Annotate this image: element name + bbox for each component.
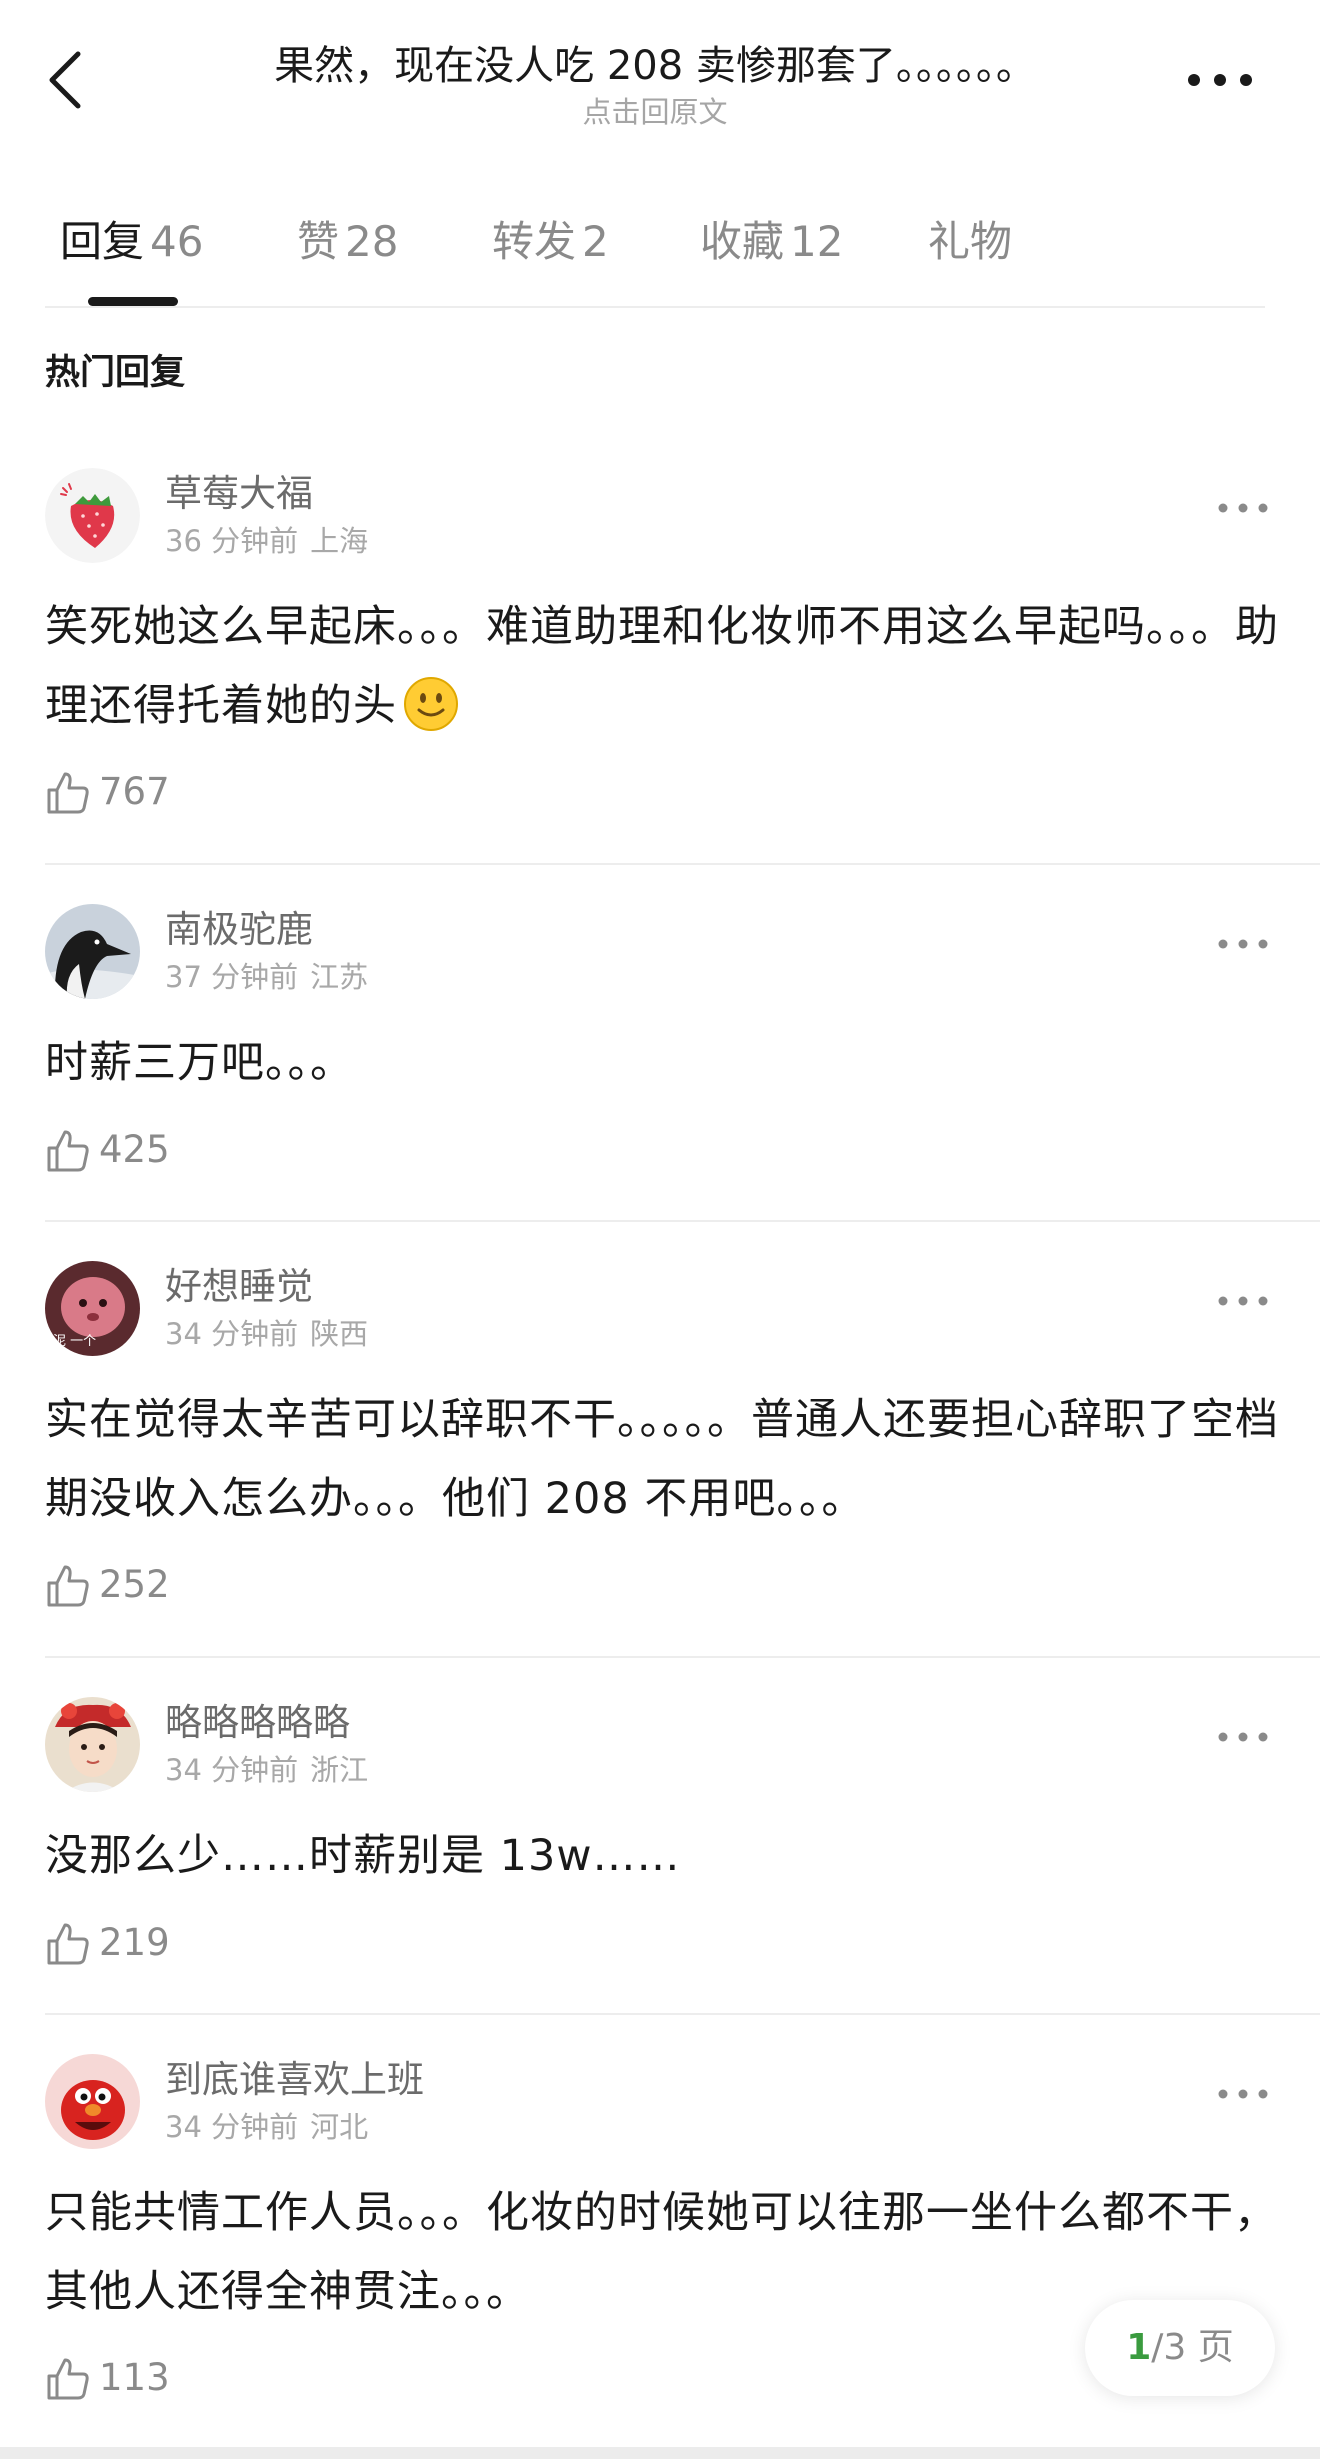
username[interactable]: 好想睡觉	[165, 1263, 313, 1311]
divider	[45, 863, 1320, 865]
tab-count: 46	[150, 217, 204, 266]
comment-meta: 34 分钟前 浙江	[165, 1751, 368, 1789]
like-count: 767	[99, 770, 170, 813]
divider	[45, 1656, 1320, 1658]
pink-blob-avatar: 泥 一个	[45, 1261, 140, 1356]
comment-time: 34 分钟前	[165, 2110, 299, 2144]
username[interactable]: 草莓大福	[165, 470, 313, 518]
red-monster-avatar	[45, 2054, 140, 2149]
comment-time: 34 分钟前	[165, 1317, 299, 1351]
tab-label: 赞	[297, 217, 340, 266]
comment-time: 34 分钟前	[165, 1753, 299, 1787]
more-horizontal-icon	[1188, 74, 1252, 86]
back-button[interactable]	[38, 40, 98, 120]
comment-body: 没那么少……时薪别是 13w……	[45, 1831, 681, 1881]
comment-body: 只能共情工作人员。。。化妆的时候她可以往那一坐什么都不干，其他人还得全神贯注。。…	[45, 2188, 1278, 2317]
comment-location: 浙江	[310, 1753, 369, 1787]
comment-more-button[interactable]	[1215, 1289, 1271, 1313]
comment-meta: 34 分钟前 河北	[165, 2108, 368, 2146]
total-pages: /3 页	[1151, 2327, 1234, 2368]
bottom-edge	[0, 2447, 1320, 2459]
active-tab-indicator	[88, 297, 178, 306]
avatar[interactable]	[45, 468, 140, 563]
more-options-button[interactable]	[1180, 60, 1260, 100]
divider	[45, 2013, 1320, 2015]
post-title: 果然，现在没人吃 208 卖惨那套了。。。。。。	[274, 43, 1036, 89]
comment-time: 36 分钟前	[165, 524, 299, 558]
more-horizontal-icon	[1218, 503, 1268, 513]
tab-likes[interactable]: 赞 28	[297, 214, 398, 270]
tab-count: 28	[345, 217, 399, 266]
current-page: 1	[1126, 2327, 1152, 2368]
thumbs-up-icon	[47, 1923, 89, 1965]
comment-text: 只能共情工作人员。。。化妆的时候她可以往那一坐什么都不干，其他人还得全神贯注。。…	[45, 2174, 1280, 2332]
back-to-original-link[interactable]: 点击回原文	[180, 94, 1130, 130]
comment-location: 江苏	[310, 960, 369, 994]
tab-label: 转发	[492, 217, 577, 266]
tab-bar: 回复 46 赞 28 转发 2 收藏 12 礼物	[0, 200, 1320, 310]
comment-text: 实在觉得太辛苦可以辞职不干。。。。。普通人还要担心辞职了空档期没收入怎么办。。。…	[45, 1381, 1280, 1539]
comment-location: 河北	[310, 2110, 369, 2144]
comment-more-button[interactable]	[1215, 932, 1271, 956]
tab-label: 礼物	[928, 217, 1013, 266]
section-title: 热门回复	[45, 353, 186, 393]
comment-text: 没那么少……时薪别是 13w……	[45, 1817, 1280, 1896]
tab-replies[interactable]: 回复 46	[60, 214, 203, 270]
comment-more-button[interactable]	[1215, 2082, 1271, 2106]
like-count: 252	[99, 1563, 170, 1606]
like-count: 219	[99, 1921, 170, 1964]
top-bar: 果然，现在没人吃 208 卖惨那套了。。。。。。 点击回原文	[0, 0, 1320, 160]
thumbs-up-icon	[47, 1130, 89, 1172]
more-horizontal-icon	[1218, 1296, 1268, 1306]
thumbs-up-icon	[47, 2358, 89, 2400]
comment-meta: 37 分钟前 江苏	[165, 958, 368, 996]
comment-location: 陕西	[310, 1317, 369, 1351]
title-block[interactable]: 果然，现在没人吃 208 卖惨那套了。。。。。。 点击回原文	[180, 40, 1130, 130]
avatar[interactable]: 泥 一个	[45, 1261, 140, 1356]
more-horizontal-icon	[1218, 939, 1268, 949]
avatar[interactable]	[45, 1697, 140, 1792]
tab-count: 2	[582, 217, 609, 266]
page-indicator-button[interactable]: 1/3 页	[1085, 2300, 1275, 2396]
avatar[interactable]	[45, 2054, 140, 2149]
more-horizontal-icon	[1218, 1732, 1268, 1742]
comment-meta: 36 分钟前 上海	[165, 522, 368, 560]
tab-favorites[interactable]: 收藏 12	[700, 214, 843, 270]
tab-count: 12	[790, 217, 844, 266]
tab-gifts[interactable]: 礼物	[928, 214, 1012, 270]
like-count: 113	[99, 2356, 170, 2399]
thumbs-up-icon	[47, 1565, 89, 1607]
thumbs-up-icon	[47, 772, 89, 814]
username[interactable]: 南极驼鹿	[165, 906, 313, 954]
comment-text: 笑死她这么早起床。。。难道助理和化妆师不用这么早起吗。。。助理还得托着她的头	[45, 588, 1280, 746]
costume-girl-avatar	[45, 1697, 140, 1792]
comment-more-button[interactable]	[1215, 1725, 1271, 1749]
comment-body: 实在觉得太辛苦可以辞职不干。。。。。普通人还要担心辞职了空档期没收入怎么办。。。…	[45, 1395, 1279, 1524]
comment-body: 笑死她这么早起床。。。难道助理和化妆师不用这么早起吗。。。助理还得托着她的头	[45, 602, 1279, 731]
goose-avatar	[45, 904, 140, 999]
comment-location: 上海	[310, 524, 369, 558]
username[interactable]: 略略略略略	[165, 1699, 350, 1747]
tab-label: 回复	[60, 217, 145, 266]
slightly-smiling-face-icon	[404, 677, 458, 731]
divider	[45, 1220, 1320, 1222]
comment-time: 37 分钟前	[165, 960, 299, 994]
username[interactable]: 到底谁喜欢上班	[165, 2056, 424, 2104]
tab-reposts[interactable]: 转发 2	[492, 214, 609, 270]
avatar[interactable]	[45, 904, 140, 999]
avatar-caption: 泥 一个	[53, 1334, 96, 1349]
comment-body: 时薪三万吧。。。	[45, 1038, 354, 1088]
chevron-left-icon	[49, 51, 81, 109]
like-count: 425	[99, 1128, 170, 1171]
more-horizontal-icon	[1218, 2089, 1268, 2099]
strawberry-avatar	[45, 468, 140, 563]
tab-label: 收藏	[700, 217, 785, 266]
comment-text: 时薪三万吧。。。	[45, 1024, 1280, 1103]
comment-meta: 34 分钟前 陕西	[165, 1315, 368, 1353]
divider	[45, 306, 1265, 308]
comment-more-button[interactable]	[1215, 496, 1271, 520]
